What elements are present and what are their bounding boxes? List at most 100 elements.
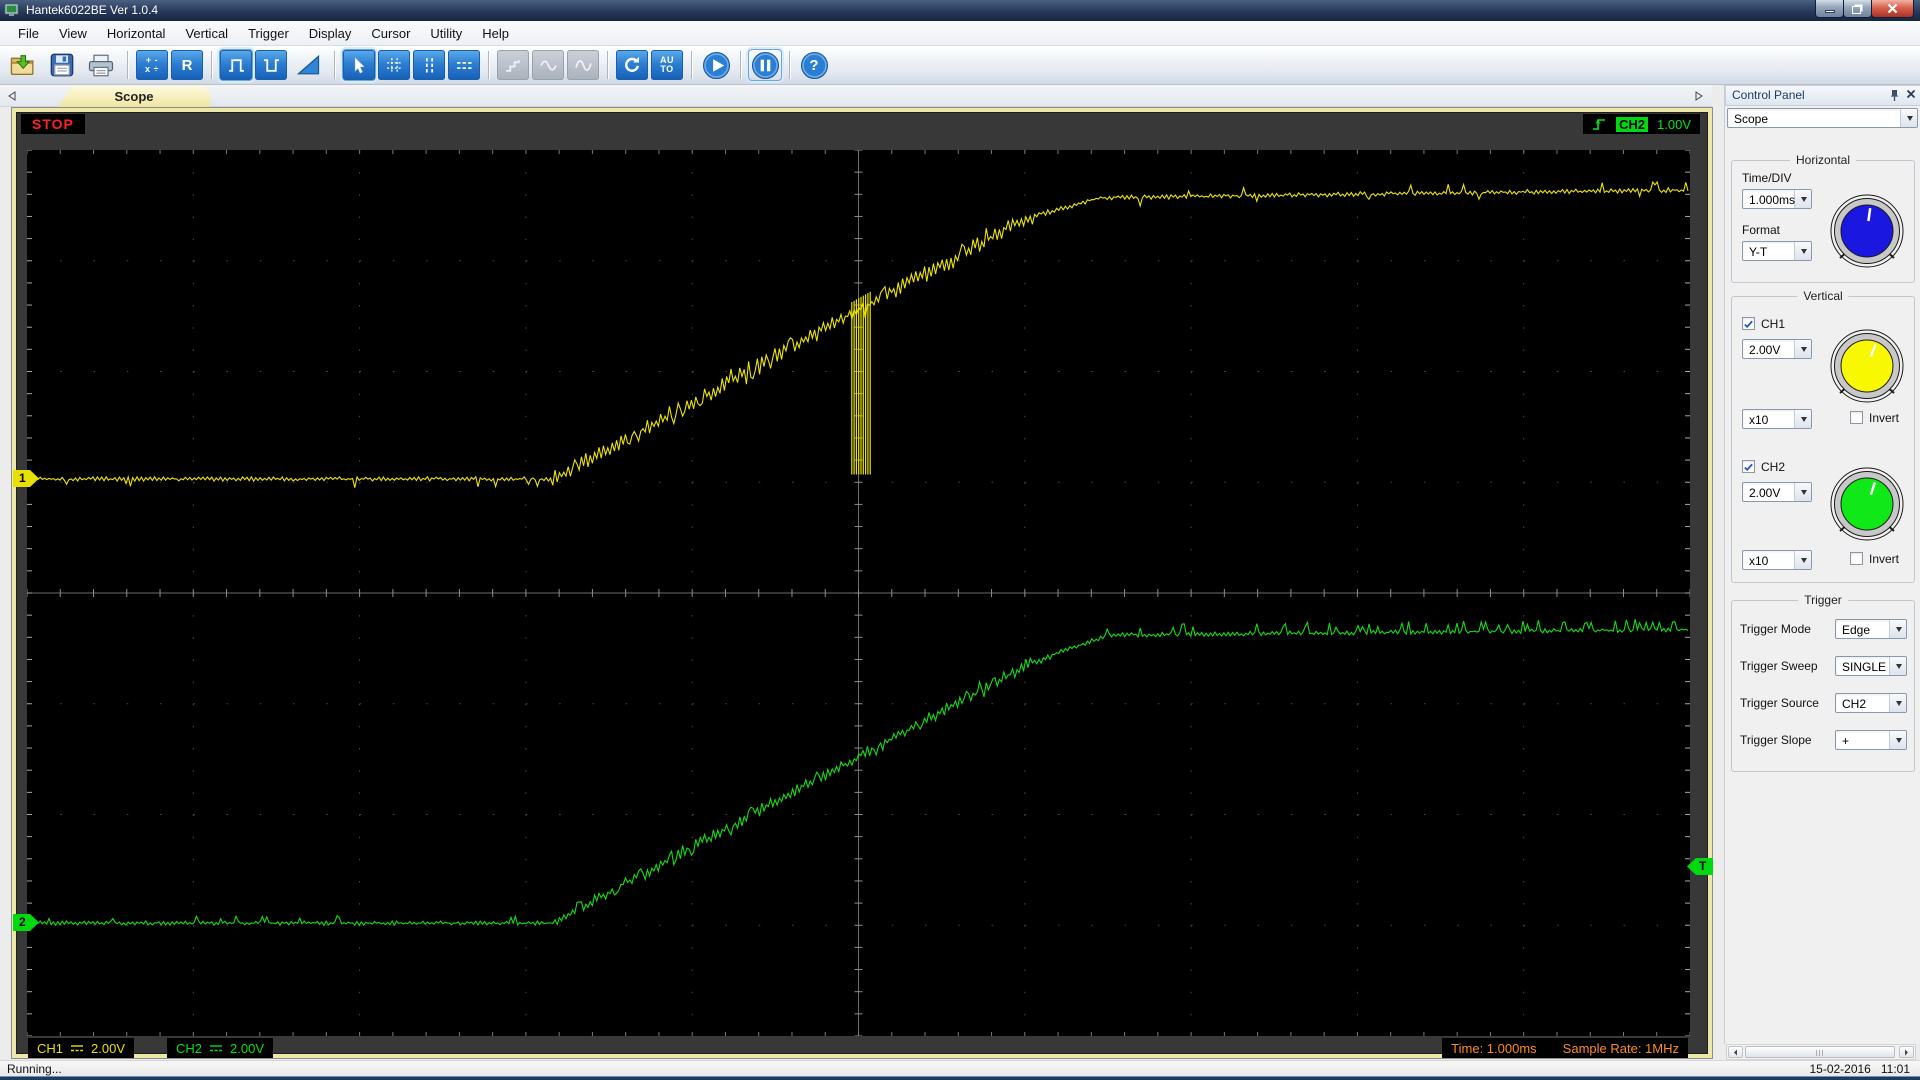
control-panel-header: Control Panel <box>1725 85 1920 106</box>
menu-item-trigger[interactable]: Trigger <box>238 23 299 44</box>
sine2-icon <box>575 57 592 74</box>
time-div-select[interactable]: 1.000ms <box>1742 189 1812 209</box>
horizontal-group-title: Horizontal <box>1790 153 1856 167</box>
help-button[interactable]: ? <box>798 50 830 80</box>
menu-item-vertical[interactable]: Vertical <box>175 23 238 44</box>
titlebar: Hantek6022BE Ver 1.0.4 <box>0 0 1920 21</box>
print-icon <box>88 54 114 77</box>
restore-button[interactable] <box>1843 0 1872 18</box>
ch2-position-knob[interactable] <box>1829 466 1905 542</box>
pause-button[interactable] <box>749 50 781 80</box>
window-controls <box>1816 0 1914 18</box>
toolbar-separator <box>789 51 790 79</box>
ch1-probe-value: x10 <box>1749 413 1768 427</box>
ch1-footer-volts: 2.00V <box>91 1041 125 1056</box>
scrollbar-thumb[interactable] <box>1745 1046 1895 1058</box>
trigger-mode-select[interactable]: Edge <box>1835 619 1907 639</box>
scope-panel: STOP CH2 1.00V 1 2 T CH1 2.00V CH2 2.00V… <box>12 108 1712 1058</box>
close-button[interactable] <box>1871 0 1914 18</box>
scroll-left-icon[interactable] <box>1728 1046 1743 1058</box>
scroll-right-icon[interactable] <box>1899 1046 1914 1058</box>
save-icon <box>50 53 74 77</box>
grid-icon <box>386 57 403 74</box>
grid-cursor-button[interactable] <box>378 50 410 80</box>
ch1-footer-label: CH1 <box>37 1041 63 1056</box>
trigger-level-marker[interactable]: T <box>1687 858 1713 875</box>
ch1-volts-div-select[interactable]: 2.00V <box>1742 339 1812 359</box>
minimize-button[interactable] <box>1815 0 1844 18</box>
pulse-window-button[interactable] <box>220 50 252 80</box>
ch1-enable-checkbox[interactable] <box>1742 317 1755 330</box>
trigger-source-select[interactable]: CH2 <box>1835 693 1907 713</box>
trigger-group-title: Trigger <box>1798 593 1848 607</box>
pause-circle-icon <box>751 51 780 80</box>
menu-item-view[interactable]: View <box>49 23 97 44</box>
ch1-label: CH1 <box>1761 317 1785 331</box>
ch2-volts-div-select[interactable]: 2.00V <box>1742 482 1812 502</box>
hcursor-icon <box>456 57 473 74</box>
print-button[interactable] <box>83 50 119 80</box>
menu-item-help[interactable]: Help <box>472 23 519 44</box>
arrow-cursor-icon <box>351 57 368 74</box>
pin-icon[interactable] <box>1890 89 1899 102</box>
menu-item-utility[interactable]: Utility <box>420 23 472 44</box>
close-panel-icon[interactable] <box>1906 89 1916 99</box>
horizontal-cursor-button[interactable] <box>448 50 480 80</box>
horizontal-position-knob[interactable] <box>1829 193 1905 269</box>
trigger-sweep-select[interactable]: SINGLE <box>1835 656 1907 676</box>
status-time: 11:01 <box>1881 1062 1910 1076</box>
ch1-position-knob[interactable] <box>1829 328 1905 404</box>
menu-item-file[interactable]: File <box>8 23 49 44</box>
trigger-slope-select[interactable]: + <box>1835 730 1907 750</box>
rising-edge-icon <box>1592 116 1607 132</box>
ch2-footer-volts: 2.00V <box>230 1041 264 1056</box>
pointer-cursor-button[interactable] <box>343 50 375 80</box>
trigger-mode-value: Edge <box>1842 623 1870 637</box>
auto-setup-button[interactable]: AUTO <box>651 50 683 80</box>
waveform-display[interactable]: 1 2 T <box>27 150 1690 1036</box>
toolbar-separator <box>691 51 692 79</box>
menu-item-horizontal[interactable]: Horizontal <box>97 23 176 44</box>
toolbar-separator <box>211 51 212 79</box>
refresh-icon <box>623 56 641 74</box>
trigger-level-value: 1.00V <box>1657 117 1691 132</box>
vertical-cursor-button[interactable] <box>413 50 445 80</box>
ch1-invert-checkbox[interactable] <box>1850 411 1863 424</box>
pulse2-icon <box>263 57 280 74</box>
panel-mode-select[interactable]: Scope <box>1727 108 1918 128</box>
window-title: Hantek6022BE Ver 1.0.4 <box>26 3 158 17</box>
toolbar-separator <box>127 51 128 79</box>
ramp-zoom-button[interactable] <box>290 50 326 80</box>
restore-icon <box>1852 6 1861 14</box>
pulse-zone-button[interactable] <box>255 50 287 80</box>
start-button[interactable] <box>700 50 732 80</box>
panel-mode-value: Scope <box>1734 112 1768 126</box>
format-select[interactable]: Y-T <box>1742 241 1812 261</box>
control-panel-scrollbar[interactable] <box>1726 1044 1916 1060</box>
ch2-enable-checkbox[interactable] <box>1742 460 1755 473</box>
ch1-invert-label: Invert <box>1869 411 1899 425</box>
ch1-probe-select[interactable]: x10 <box>1742 409 1812 429</box>
tab-scroll-right-icon[interactable] <box>1692 89 1706 103</box>
tab-scroll-left-icon[interactable] <box>5 89 19 103</box>
ch2-probe-value: x10 <box>1749 554 1768 568</box>
play-circle-icon <box>702 51 731 80</box>
taskbar-sliver <box>0 1076 1920 1080</box>
close-icon <box>1887 3 1898 14</box>
menu-item-cursor[interactable]: Cursor <box>361 23 420 44</box>
tab-scope[interactable]: Scope <box>58 86 210 107</box>
save-button[interactable] <box>44 50 80 80</box>
step-icon <box>505 57 522 74</box>
trigger-group: Trigger Trigger ModeEdgeTrigger SweepSIN… <box>1731 600 1915 772</box>
ch1-volts-div-value: 2.00V <box>1749 343 1780 357</box>
ch2-probe-select[interactable]: x10 <box>1742 550 1812 570</box>
math-button[interactable]: + -x ÷ <box>136 50 168 80</box>
menu-item-display[interactable]: Display <box>299 23 362 44</box>
reference-button[interactable]: R <box>171 50 203 80</box>
trigger-source-value: CH2 <box>1842 697 1866 711</box>
ch2-invert-checkbox[interactable] <box>1850 552 1863 565</box>
autoscale-button[interactable] <box>616 50 648 80</box>
math-button-label: + -x ÷ <box>145 56 159 74</box>
open-button[interactable] <box>5 50 41 80</box>
time-per-div-value: Time: 1.000ms <box>1451 1041 1537 1056</box>
